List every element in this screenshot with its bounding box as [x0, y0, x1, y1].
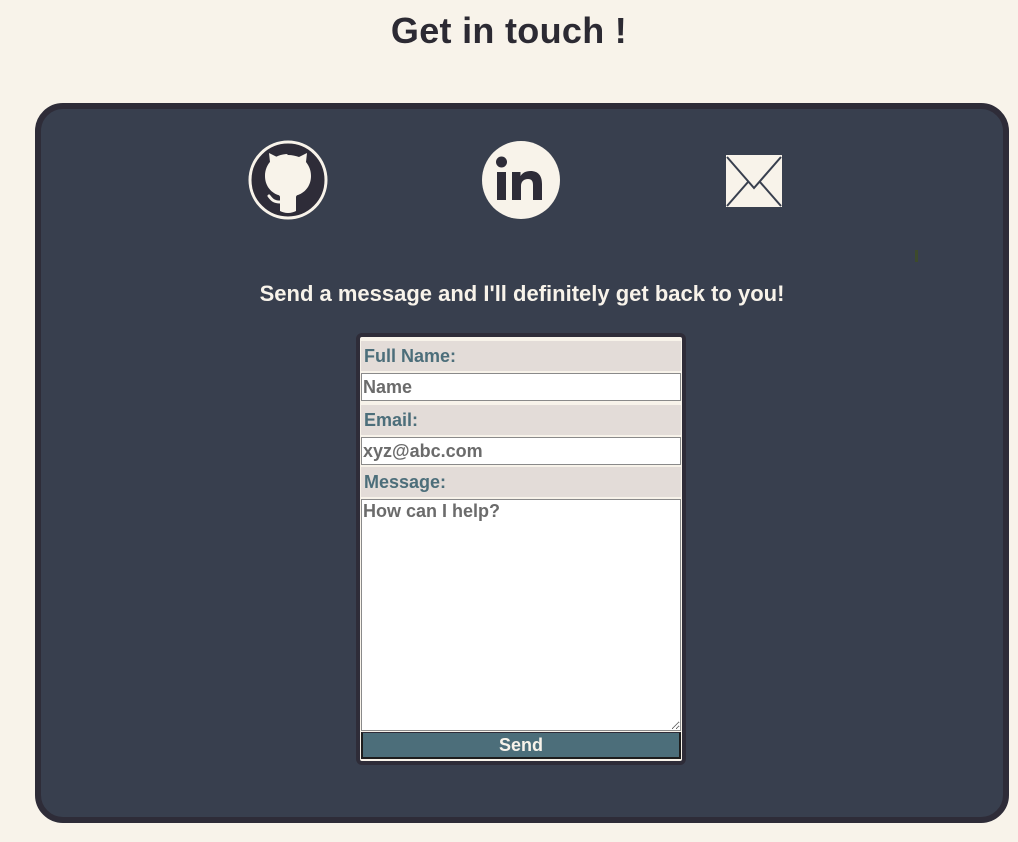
full-name-input[interactable]	[361, 373, 681, 401]
page-title: Get in touch !	[390, 10, 628, 51]
decorative-tick	[915, 250, 918, 262]
linkedin-link[interactable]	[481, 140, 561, 220]
email-label: Email:	[361, 405, 681, 435]
email-link[interactable]	[725, 154, 783, 208]
send-button[interactable]: Send	[361, 732, 681, 759]
github-link[interactable]	[248, 140, 328, 220]
contact-panel: Send a message and I'll definitely get b…	[35, 103, 1009, 823]
github-icon	[248, 140, 328, 220]
message-label: Message:	[361, 467, 681, 497]
email-input[interactable]	[361, 437, 681, 465]
full-name-label: Full Name:	[361, 341, 681, 371]
linkedin-icon	[482, 141, 560, 219]
contact-subtitle: Send a message and I'll definitely get b…	[259, 281, 785, 306]
mail-icon	[726, 155, 782, 207]
contact-form: Full Name: Email: Message: Send	[356, 333, 686, 765]
message-textarea[interactable]	[361, 499, 681, 731]
